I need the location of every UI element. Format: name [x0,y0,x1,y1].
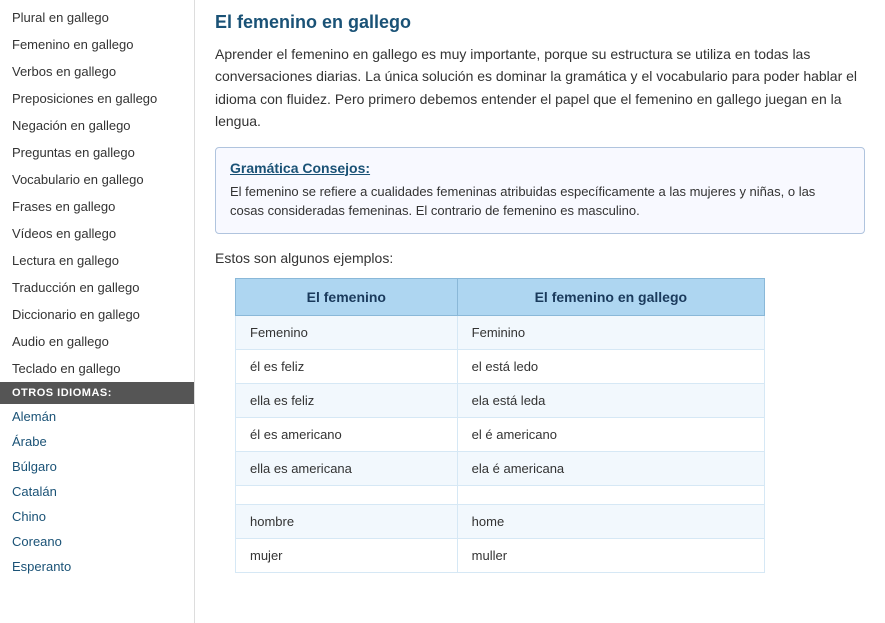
language-link[interactable]: Catalán [0,479,194,504]
sidebar-item[interactable]: Lectura en gallego [0,247,194,274]
table-cell-col2: el é americano [457,417,764,451]
col2-header: El femenino en gallego [457,278,764,315]
sidebar-item[interactable]: Vídeos en gallego [0,220,194,247]
table-row: mujermuller [236,538,765,572]
table-row: hombrehome [236,504,765,538]
language-link[interactable]: Coreano [0,529,194,554]
grammar-box: Gramática Consejos: El femenino se refie… [215,147,865,234]
sidebar-item[interactable]: Traducción en gallego [0,274,194,301]
language-link[interactable]: Chino [0,504,194,529]
grammar-box-title: Gramática Consejos: [230,160,850,176]
table-cell-col2: Feminino [457,315,764,349]
comparison-table: El femenino El femenino en gallego Femen… [235,278,765,573]
sidebar-item[interactable]: Verbos en gallego [0,58,194,85]
table-cell-col1: hombre [236,504,458,538]
sidebar-item[interactable]: Femenino en gallego [0,31,194,58]
sidebar-item[interactable]: Frases en gallego [0,193,194,220]
table-cell-col2: home [457,504,764,538]
main-content: El femenino en gallego Aprender el femen… [195,0,885,623]
table-row [236,485,765,504]
table-row: FemeninoFeminino [236,315,765,349]
table-cell-col2: ela está leda [457,383,764,417]
sidebar-item[interactable]: Plural en gallego [0,4,194,31]
sidebar-item[interactable]: Preguntas en gallego [0,139,194,166]
intro-text: Aprender el femenino en gallego es muy i… [215,43,865,133]
table-cell-col1: ella es feliz [236,383,458,417]
language-link[interactable]: Alemán [0,404,194,429]
table-cell-col1: Femenino [236,315,458,349]
sidebar-item[interactable]: Preposiciones en gallego [0,85,194,112]
table-row: ella es americanaela é americana [236,451,765,485]
table-row: ella es felizela está leda [236,383,765,417]
table-cell-col2: muller [457,538,764,572]
sidebar-item[interactable]: Diccionario en gallego [0,301,194,328]
grammar-box-text: El femenino se refiere a cualidades feme… [230,182,850,221]
table-row: él es felizel está ledo [236,349,765,383]
col1-header: El femenino [236,278,458,315]
sidebar-item[interactable]: Negación en gallego [0,112,194,139]
sidebar-item[interactable]: Audio en gallego [0,328,194,355]
other-languages-header: OTROS IDIOMAS: [0,382,194,404]
sidebar-item[interactable]: Teclado en gallego [0,355,194,382]
table-cell-col1: él es feliz [236,349,458,383]
sidebar-item[interactable]: Vocabulario en gallego [0,166,194,193]
table-cell-col1: ella es americana [236,451,458,485]
table-cell-col2: ela é americana [457,451,764,485]
sidebar: Plural en gallegoFemenino en gallegoVerb… [0,0,195,623]
language-link[interactable]: Búlgaro [0,454,194,479]
table-cell-col2: el está ledo [457,349,764,383]
examples-intro: Estos son algunos ejemplos: [215,250,865,266]
table-cell-col1: mujer [236,538,458,572]
table-row: él es americanoel é americano [236,417,765,451]
language-link[interactable]: Árabe [0,429,194,454]
page-title: El femenino en gallego [215,12,865,33]
language-link[interactable]: Esperanto [0,554,194,579]
table-cell-col1: él es americano [236,417,458,451]
